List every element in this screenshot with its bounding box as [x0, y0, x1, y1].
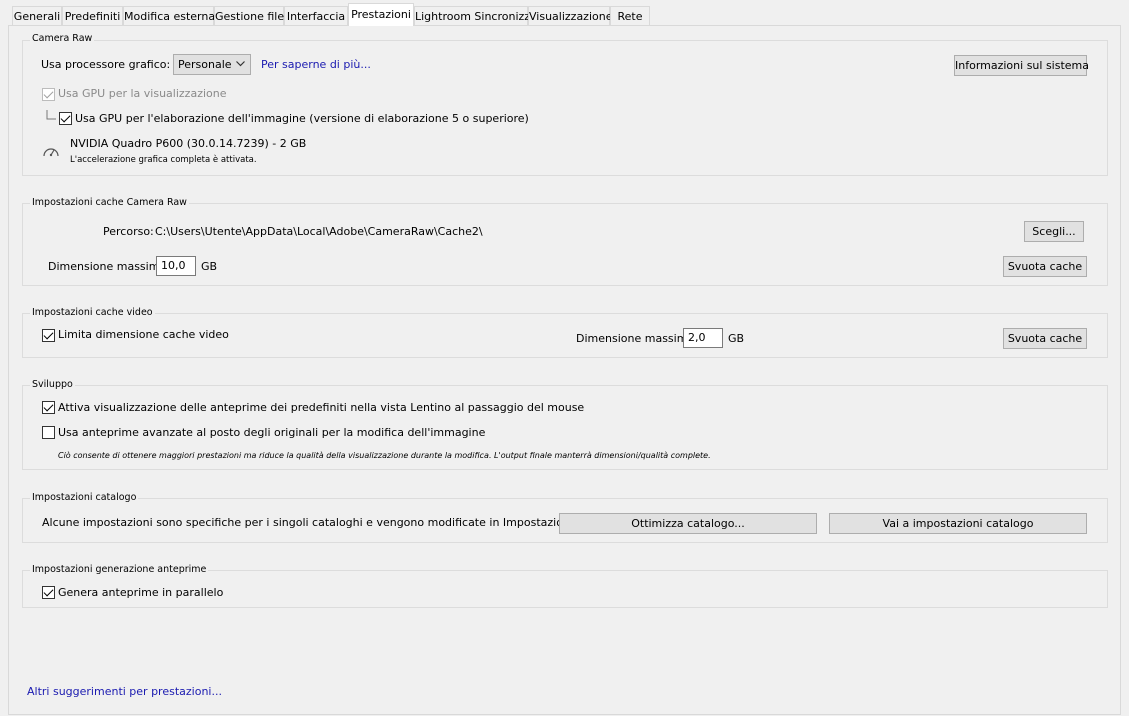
tab-modifica-esterna[interactable]: Modifica esterna [123, 6, 215, 25]
more-tips-link[interactable]: Altri suggerimenti per prestazioni... [27, 685, 222, 698]
cache-camera-raw-title: Impostazioni cache Camera Raw [30, 197, 189, 208]
gpu-status: L'accelerazione grafica completa è attiv… [70, 155, 257, 165]
tab-visualizzazione[interactable]: Visualizzazione [528, 6, 612, 25]
cache-video-title: Impostazioni cache video [30, 307, 155, 318]
develop-title: Sviluppo [30, 379, 75, 390]
path-value: C:\Users\Utente\AppData\Local\Adobe\Came… [155, 225, 483, 238]
video-max-size-unit: GB [728, 332, 745, 345]
tree-connector-icon [46, 110, 56, 120]
tab-interfaccia[interactable]: Interfaccia [284, 6, 348, 25]
gpu-display-checkbox[interactable] [42, 88, 55, 101]
smart-preview-label: Usa anteprime avanzate al posto degli or… [58, 426, 486, 439]
tab-predefiniti[interactable]: Predefiniti [62, 6, 123, 25]
gpu-label: Usa processore grafico: [41, 58, 171, 71]
tab-gestione-file[interactable]: Gestione file [214, 6, 284, 25]
tab-generali[interactable]: Generali [12, 6, 62, 25]
parallel-previews-label: Genera anteprime in parallelo [58, 586, 224, 599]
parallel-previews-checkbox[interactable] [42, 586, 55, 599]
preview-hover-checkbox[interactable] [42, 401, 55, 414]
gauge-icon [43, 148, 59, 157]
smart-preview-note: Ciò consente di ottenere maggiori presta… [58, 451, 711, 460]
video-max-size-label: Dimensione massima: [576, 332, 698, 345]
learn-more-link[interactable]: Per saperne di più... [261, 58, 371, 71]
goto-catalog-settings-button[interactable]: Vai a impostazioni catalogo [829, 513, 1087, 534]
gpu-select-value: Personale [178, 58, 232, 71]
video-max-size-input[interactable]: 2,0 [683, 328, 723, 348]
path-label: Percorso: [103, 225, 154, 238]
tab-rete[interactable]: Rete [610, 6, 650, 25]
catalog-description: Alcune impostazioni sono specifiche per … [42, 516, 628, 529]
max-size-unit: GB [201, 260, 218, 273]
gpu-processing-label: Usa GPU per l'elaborazione dell'immagine… [75, 112, 529, 125]
purge-cache-button[interactable]: Svuota cache [1003, 256, 1087, 277]
catalog-title: Impostazioni catalogo [30, 492, 139, 503]
choose-path-button[interactable]: Scegli... [1024, 221, 1084, 242]
preview-generation-title: Impostazioni generazione anteprime [30, 564, 209, 575]
limit-video-cache-checkbox[interactable] [42, 329, 55, 342]
limit-video-cache-label: Limita dimensione cache video [58, 328, 229, 341]
smart-preview-checkbox[interactable] [42, 426, 55, 439]
gpu-name: NVIDIA Quadro P600 (30.0.14.7239) - 2 GB [70, 137, 307, 150]
max-size-label: Dimensione massima: [48, 260, 170, 273]
optimize-catalog-button[interactable]: Ottimizza catalogo... [559, 513, 817, 534]
gpu-display-label: Usa GPU per la visualizzazione [58, 87, 227, 100]
purge-video-cache-button[interactable]: Svuota cache [1003, 328, 1087, 349]
system-info-button[interactable]: Informazioni sul sistema [954, 55, 1089, 76]
max-size-input[interactable]: 10,0 [156, 256, 196, 276]
gpu-select[interactable]: Personale [173, 54, 251, 75]
preview-hover-label: Attiva visualizzazione delle anteprime d… [58, 401, 585, 414]
tab-lightroom-sincronizza[interactable]: Lightroom Sincronizza [414, 6, 537, 25]
camera-raw-title: Camera Raw [30, 33, 95, 44]
gpu-processing-checkbox[interactable] [59, 112, 72, 125]
tab-prestazioni[interactable]: Prestazioni [348, 3, 414, 26]
chevron-down-icon [236, 61, 245, 67]
